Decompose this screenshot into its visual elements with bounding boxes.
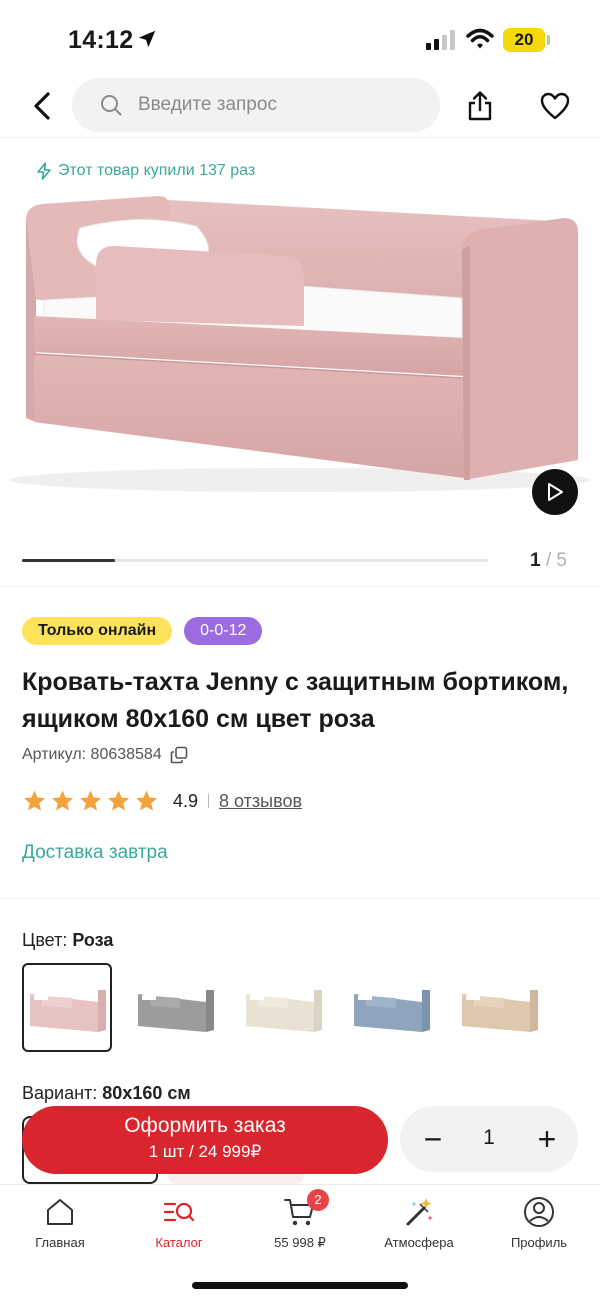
- online-only-badge: Только онлайн: [22, 617, 173, 645]
- nav-atmosphere[interactable]: Атмосфера: [364, 1195, 474, 1255]
- color-label-key: Цвет:: [22, 930, 68, 950]
- daybed-thumbnail: [138, 989, 214, 1032]
- play-video-button[interactable]: [532, 469, 578, 515]
- page-current: 1: [530, 550, 541, 571]
- home-indicator: [192, 1282, 408, 1289]
- checkout-button[interactable]: Оформить заказ 1 шт / 24 999₽: [22, 1106, 388, 1174]
- checkout-summary: 1 шт / 24 999₽: [148, 1142, 262, 1161]
- daybed-thumbnail: [30, 989, 106, 1032]
- back-button[interactable]: [24, 88, 60, 124]
- nav-cart[interactable]: 2 55 998 ₽: [245, 1189, 355, 1255]
- magic-wand-icon: [406, 1198, 433, 1226]
- badges: Только онлайн 0-0-12: [22, 617, 263, 645]
- gallery-progress: [22, 559, 488, 562]
- product-title: Кровать-тахта Jenny с защитным бортиком,…: [22, 668, 569, 733]
- color-swatch-beige[interactable]: [454, 963, 544, 1052]
- delivery-info[interactable]: Доставка завтра: [22, 842, 168, 864]
- star-icon: [80, 790, 101, 811]
- cart-count-badge: 2: [307, 1189, 329, 1211]
- quantity-stepper: − 1 +: [400, 1106, 578, 1172]
- color-swatch-cream[interactable]: [238, 963, 328, 1052]
- color-label-value: Роза: [72, 930, 114, 950]
- nav-catalog[interactable]: Каталог: [124, 1195, 234, 1255]
- gallery-page-counter: 1 / 5: [530, 550, 567, 572]
- variant-label-value: 80х160 см: [102, 1083, 191, 1103]
- nav-home[interactable]: Главная: [5, 1195, 115, 1255]
- color-swatch-grey[interactable]: [130, 963, 220, 1052]
- location-arrow-icon: [138, 30, 156, 48]
- search-bar[interactable]: [72, 78, 440, 132]
- daybed-image: [10, 196, 590, 492]
- favorite-button[interactable]: [536, 88, 574, 124]
- star-icon: [136, 790, 157, 811]
- color-swatch-blue[interactable]: [346, 963, 436, 1052]
- search-input[interactable]: [138, 78, 428, 132]
- nav-catalog-label: Каталог: [155, 1235, 203, 1250]
- rating-stars: [22, 789, 159, 813]
- sku-text: Артикул: 80638584: [22, 746, 162, 763]
- variant-label: Вариант: 80х160 см: [22, 1083, 191, 1104]
- star-icon: [108, 790, 129, 811]
- sku: Артикул: 80638584: [22, 746, 188, 764]
- variant-label-key: Вариант:: [22, 1083, 98, 1103]
- divider: [0, 898, 600, 899]
- share-button[interactable]: [462, 88, 498, 124]
- status-bar: 14:12 20: [0, 0, 600, 80]
- nav-atmosphere-label: Атмосфера: [384, 1235, 454, 1250]
- lightning-icon: [37, 162, 51, 180]
- color-swatches: [22, 963, 544, 1052]
- top-header: [0, 76, 600, 138]
- checkout-label: Оформить заказ: [124, 1114, 286, 1137]
- battery-tip: [547, 35, 550, 45]
- purchase-count-note: Этот товар купили 137 раз: [36, 162, 255, 180]
- reviews-link[interactable]: 8 отзывов: [219, 791, 302, 812]
- nav-profile-label: Профиль: [510, 1235, 568, 1250]
- home-icon: [47, 1199, 73, 1225]
- decrease-quantity-button[interactable]: −: [414, 1120, 452, 1158]
- page-separator: /: [545, 550, 552, 571]
- daybed-thumbnail: [246, 989, 322, 1032]
- gallery-progress-fill: [22, 559, 116, 562]
- increase-quantity-button[interactable]: +: [528, 1120, 566, 1158]
- battery-indicator: 20: [503, 28, 545, 52]
- rating-value: 4.9: [173, 790, 199, 811]
- cellular-signal-icon: [426, 30, 455, 50]
- nav-cart-label: 55 998 ₽: [274, 1235, 326, 1250]
- search-icon: [101, 95, 122, 116]
- star-icon: [24, 790, 45, 811]
- catalog-search-icon: [163, 1202, 195, 1222]
- star-icon: [52, 790, 73, 811]
- installment-badge[interactable]: 0-0-12: [184, 617, 263, 645]
- rating: 4.9 8 отзывов: [22, 788, 302, 814]
- nav-profile[interactable]: Профиль: [484, 1195, 594, 1255]
- share-icon: [468, 91, 492, 121]
- product-image[interactable]: [0, 190, 600, 530]
- color-swatch-rose[interactable]: [22, 963, 112, 1052]
- copy-icon[interactable]: [170, 746, 188, 764]
- color-label: Цвет: Роза: [22, 930, 113, 951]
- purchase-count-text: Этот товар купили 137 раз: [58, 162, 256, 179]
- heart-icon: [540, 92, 570, 120]
- chevron-left-icon: [34, 92, 50, 120]
- daybed-thumbnail: [354, 989, 430, 1032]
- nav-home-label: Главная: [35, 1235, 85, 1250]
- wifi-icon: [466, 28, 494, 49]
- rating-separator: [208, 794, 210, 808]
- divider: [0, 586, 600, 587]
- page-total: 5: [556, 550, 567, 571]
- status-time: 14:12: [68, 26, 134, 54]
- play-icon: [548, 483, 563, 501]
- profile-icon: [524, 1197, 554, 1227]
- quantity-value: 1: [483, 1126, 495, 1149]
- daybed-thumbnail: [462, 989, 538, 1032]
